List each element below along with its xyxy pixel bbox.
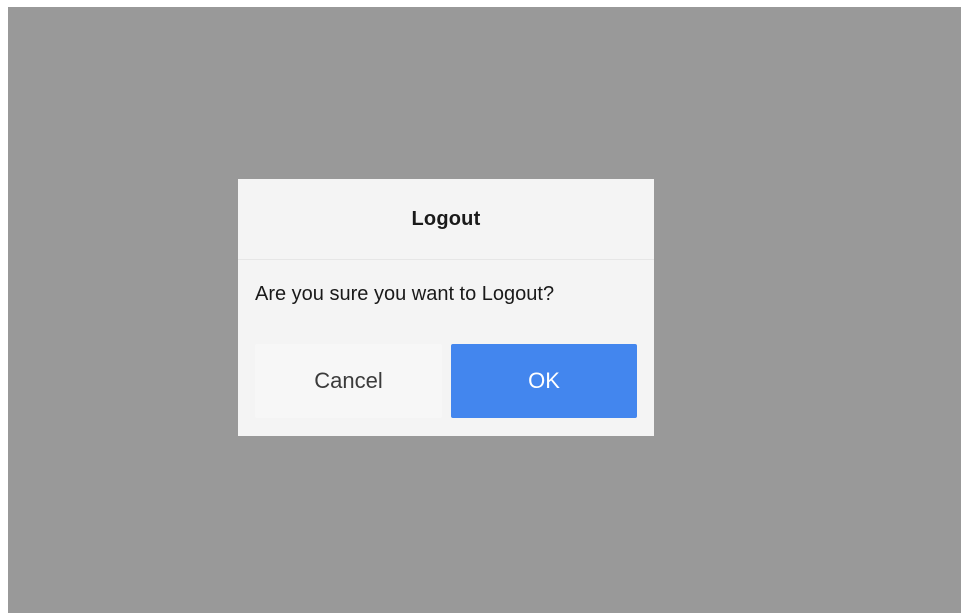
logout-dialog: Logout Are you sure you want to Logout? … xyxy=(238,179,654,436)
dialog-header: Logout xyxy=(238,179,654,260)
ok-button[interactable]: OK xyxy=(451,344,637,418)
ok-button-label: OK xyxy=(528,368,560,393)
cancel-button[interactable]: Cancel xyxy=(255,344,442,418)
dialog-message: Are you sure you want to Logout? xyxy=(255,283,555,305)
dialog-title: Logout xyxy=(411,207,481,230)
screen: Logout Are you sure you want to Logout? … xyxy=(0,0,961,613)
cancel-button-label: Cancel xyxy=(314,368,383,393)
